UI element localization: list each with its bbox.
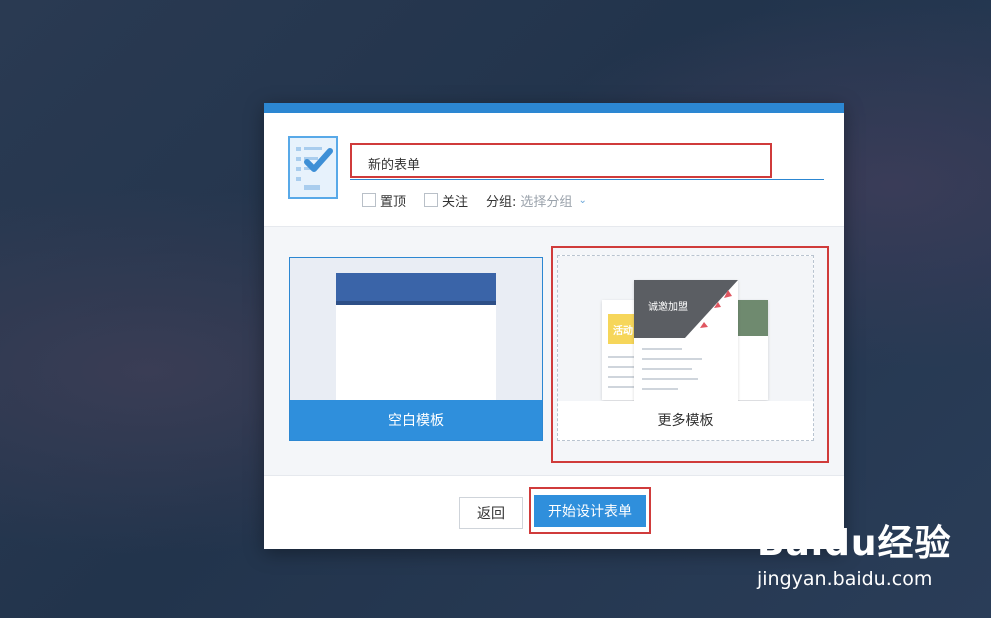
group-select-placeholder: 选择分组 (520, 194, 573, 210)
form-name-wrap (350, 135, 824, 180)
blank-template-card[interactable]: 空白模板 (289, 257, 543, 441)
dialog-top-bar (264, 103, 844, 113)
more-templates-label: 更多模板 (657, 413, 714, 429)
back-button[interactable]: 返回 (459, 497, 523, 529)
pin-checkbox[interactable] (362, 193, 376, 207)
watermark-url: jingyan.baidu.com (757, 568, 933, 590)
group-label: 分组: (486, 194, 517, 210)
dialog-header: 置顶 关注 分组: 选择分组 ⌄ (264, 113, 844, 227)
form-name-input[interactable] (350, 135, 824, 180)
template-picker: 空白模板 活动 诚邀加盟 更多模板 (264, 227, 844, 476)
follow-checkbox[interactable] (424, 193, 439, 207)
follow-option[interactable]: 关注 (424, 191, 468, 210)
more-templates-preview: 活动 诚邀加盟 (558, 256, 813, 401)
more-templates-card[interactable]: 活动 诚邀加盟 更多模板 (557, 255, 814, 441)
start-design-button[interactable]: 开始设计表单 (534, 495, 646, 527)
pin-option[interactable]: 置顶 (362, 191, 406, 210)
blank-preview-header-bar (336, 273, 496, 305)
group-select[interactable]: 选择分组 ⌄ (520, 191, 586, 210)
form-options-row: 置顶 关注 分组: 选择分组 ⌄ (362, 191, 587, 210)
form-document-icon (288, 136, 338, 199)
blank-template-preview (336, 273, 496, 401)
blank-template-label: 空白模板 (290, 400, 542, 440)
chevron-down-icon: ⌄ (578, 194, 587, 206)
create-form-dialog: 置顶 关注 分组: 选择分组 ⌄ 空白模板 活动 (264, 103, 844, 549)
watermark-logo: Baidu经验 (757, 523, 952, 564)
preview-card-main: 诚邀加盟 (634, 280, 738, 401)
follow-label: 关注 (442, 194, 469, 210)
baidu-jingyan-watermark: Baidu经验 jingyan.baidu.com (757, 514, 982, 604)
preview-card-right (736, 300, 768, 400)
pin-label: 置顶 (380, 194, 407, 210)
